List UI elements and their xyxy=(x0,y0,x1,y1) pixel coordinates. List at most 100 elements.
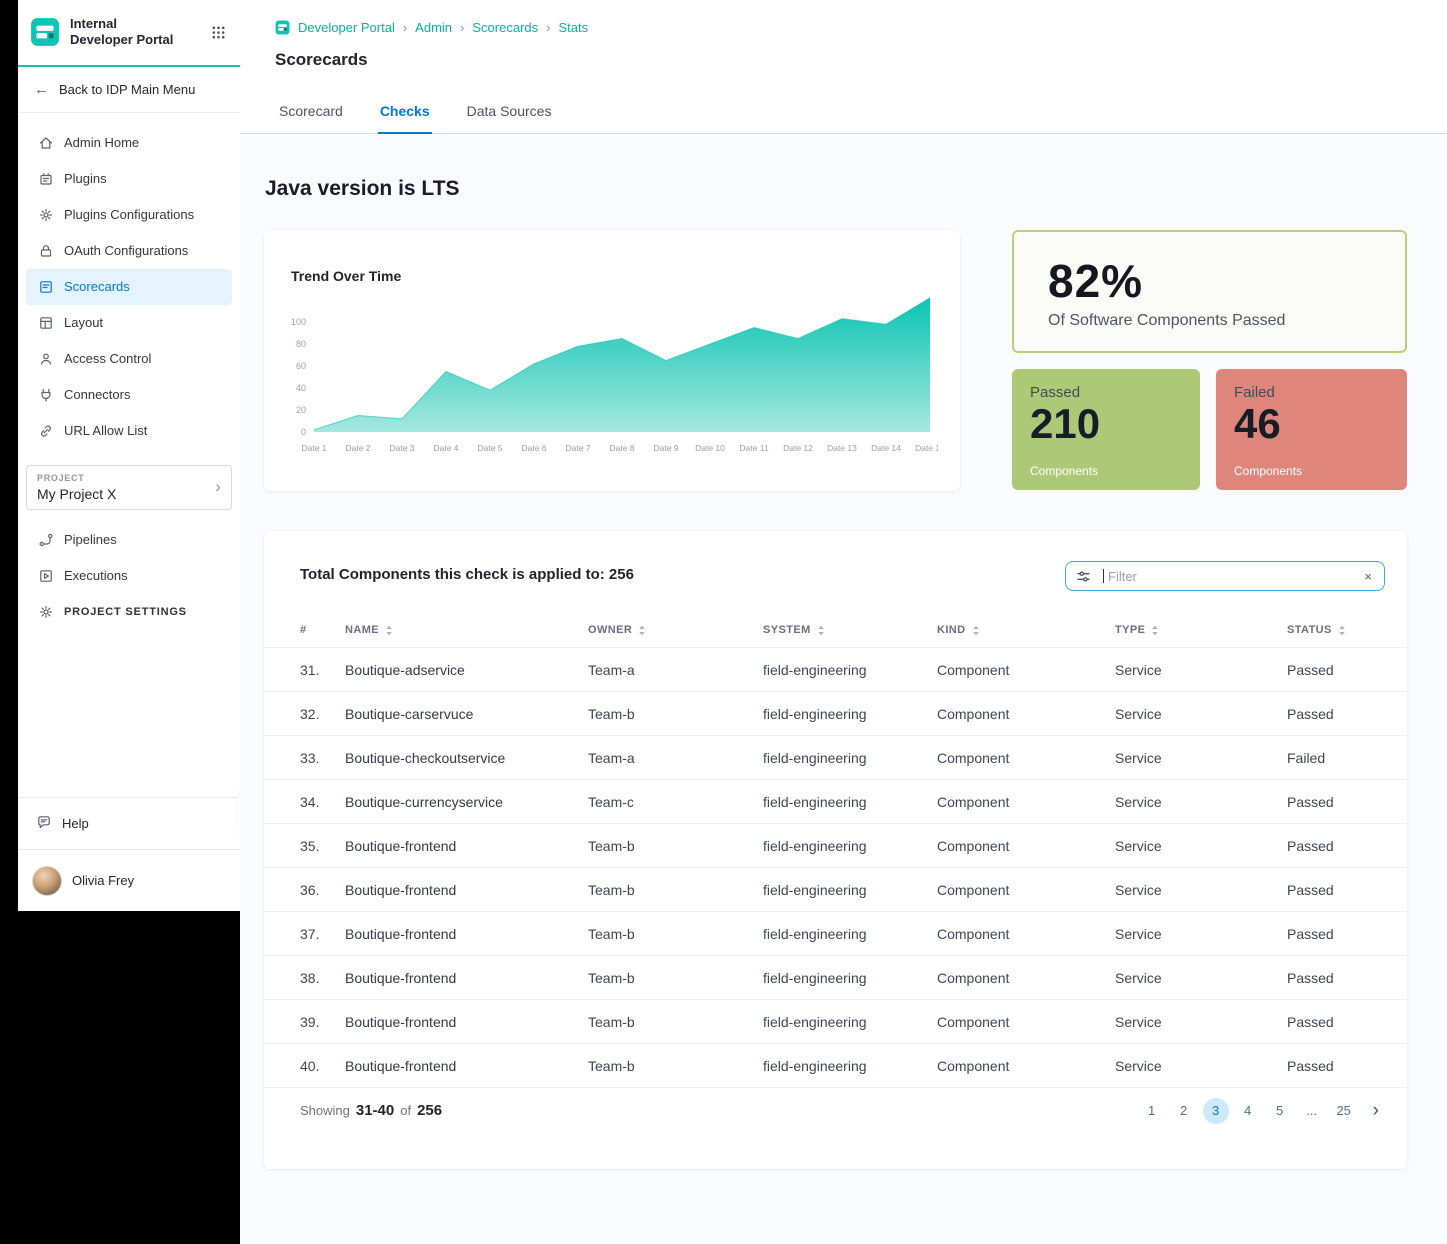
svg-text:Date 11: Date 11 xyxy=(739,443,768,453)
page-5[interactable]: 5 xyxy=(1267,1098,1293,1124)
percent-caption: Of Software Components Passed xyxy=(1048,312,1405,330)
svg-text:Date 9: Date 9 xyxy=(653,443,678,453)
app: Internal Developer Portal ← Back to IDP … xyxy=(0,0,1447,1244)
plugins-config-icon xyxy=(38,207,54,223)
sidebar-item-connectors[interactable]: Connectors xyxy=(26,377,232,413)
table-row[interactable]: 33. Boutique-checkoutservice Team-a fiel… xyxy=(264,735,1407,779)
breadcrumb-item-developer-portal[interactable]: Developer Portal xyxy=(298,20,395,35)
back-label: Back to IDP Main Menu xyxy=(59,82,195,97)
sort-icon xyxy=(972,625,980,636)
breadcrumb-item-stats[interactable]: Stats xyxy=(558,20,588,35)
sidebar-item-layout[interactable]: Layout xyxy=(26,305,232,341)
svg-text:Date 13: Date 13 xyxy=(827,443,857,453)
svg-text:0: 0 xyxy=(301,427,306,437)
svg-text:60: 60 xyxy=(296,361,306,371)
filter-sliders-icon xyxy=(1076,569,1091,584)
column-header-kind[interactable]: KIND xyxy=(937,624,1115,636)
sidebar-item-admin-home[interactable]: Admin Home xyxy=(26,125,232,161)
showing-total: 256 xyxy=(417,1102,442,1119)
status-cell: Passed xyxy=(1287,1058,1387,1074)
status-cell: Passed xyxy=(1287,794,1387,810)
svg-text:Date 2: Date 2 xyxy=(345,443,370,453)
tab-scorecard[interactable]: Scorecard xyxy=(277,103,345,134)
column-header-owner[interactable]: OWNER xyxy=(588,624,763,636)
help-item[interactable]: Help xyxy=(18,797,240,849)
table-row[interactable]: 36. Boutique-frontend Team-b field-engin… xyxy=(264,867,1407,911)
tab-data-sources[interactable]: Data Sources xyxy=(465,103,554,134)
help-chat-icon xyxy=(36,814,52,833)
page-4[interactable]: 4 xyxy=(1235,1098,1261,1124)
sidebar-item-executions[interactable]: Executions xyxy=(26,558,232,594)
table-row[interactable]: 32. Boutique-carservuce Team-b field-eng… xyxy=(264,691,1407,735)
back-to-main-menu[interactable]: ← Back to IDP Main Menu xyxy=(18,67,240,113)
sidebar-nav: Admin Home Plugins Plugins Configuration… xyxy=(18,125,240,449)
breadcrumb-logo-icon xyxy=(275,20,290,35)
column-header-name[interactable]: NAME xyxy=(345,624,588,636)
filter-input[interactable] xyxy=(1104,569,1364,584)
lock-icon xyxy=(38,243,54,259)
svg-text:Date 4: Date 4 xyxy=(433,443,458,453)
passed-count: 210 xyxy=(1030,402,1182,446)
status-cell: Passed xyxy=(1287,662,1387,678)
pipelines-icon xyxy=(38,532,54,548)
next-page-icon[interactable]: › xyxy=(1373,1100,1379,1122)
breadcrumb-item-admin[interactable]: Admin xyxy=(415,20,452,35)
sidebar-item-pipelines[interactable]: Pipelines xyxy=(26,522,232,558)
table-row[interactable]: 39. Boutique-frontend Team-b field-engin… xyxy=(264,999,1407,1043)
table-row[interactable]: 31. Boutique-adservice Team-a field-engi… xyxy=(264,647,1407,691)
showing-word: Showing xyxy=(300,1103,350,1118)
page-2[interactable]: 2 xyxy=(1171,1098,1197,1124)
project-selector[interactable]: PROJECT My Project X › xyxy=(26,465,232,510)
sidebar-item-plugins-configurations[interactable]: Plugins Configurations xyxy=(26,197,232,233)
status-cell: Passed xyxy=(1287,706,1387,722)
sidebar-secondary-nav: Pipelines Executions PROJECT SETTINGS xyxy=(18,522,240,630)
svg-text:20: 20 xyxy=(296,405,306,415)
passed-caption: Components xyxy=(1030,464,1182,478)
column-header-num: # xyxy=(300,624,345,636)
app-title: Internal Developer Portal xyxy=(70,16,201,49)
page-25[interactable]: 25 xyxy=(1331,1098,1357,1124)
apps-grid-icon[interactable] xyxy=(211,25,226,40)
sidebar-item-access-control[interactable]: Access Control xyxy=(26,341,232,377)
tab-checks[interactable]: Checks xyxy=(378,103,432,134)
svg-text:Date 1: Date 1 xyxy=(301,443,326,453)
user-profile[interactable]: Olivia Frey xyxy=(18,849,240,911)
breadcrumb-item-scorecards[interactable]: Scorecards xyxy=(472,20,538,35)
table-row[interactable]: 34. Boutique-currencyservice Team-c fiel… xyxy=(264,779,1407,823)
sidebar-item-url-allow-list[interactable]: URL Allow List xyxy=(26,413,232,449)
percent-passed-card: 82% Of Software Components Passed xyxy=(1012,230,1407,353)
status-cell: Passed xyxy=(1287,970,1387,986)
table-row[interactable]: 35. Boutique-frontend Team-b field-engin… xyxy=(264,823,1407,867)
page-3[interactable]: 3 xyxy=(1203,1098,1229,1124)
sidebar-item-oauth-configurations[interactable]: OAuth Configurations xyxy=(26,233,232,269)
table-body: 31. Boutique-adservice Team-a field-engi… xyxy=(264,647,1407,1087)
filter-input-wrapper[interactable]: × xyxy=(1065,561,1385,591)
column-header-system[interactable]: SYSTEM xyxy=(763,624,937,636)
trend-card: Trend Over Time 020406080100Date 1Date 2… xyxy=(264,230,960,491)
table-header-row: # NAME OWNER SYSTEM KIND TYPE STATUS xyxy=(264,613,1407,647)
column-header-type[interactable]: TYPE xyxy=(1115,624,1287,636)
sidebar-item-plugins[interactable]: Plugins xyxy=(26,161,232,197)
avatar xyxy=(32,866,62,896)
page-header: Developer Portal›Admin›Scorecards›Stats … xyxy=(240,0,1447,134)
svg-text:Date 5: Date 5 xyxy=(477,443,502,453)
plugin-icon xyxy=(38,171,54,187)
page-1[interactable]: 1 xyxy=(1139,1098,1165,1124)
table-row[interactable]: 40. Boutique-frontend Team-b field-engin… xyxy=(264,1043,1407,1087)
sidebar-item-scorecards[interactable]: Scorecards xyxy=(26,269,232,305)
failed-caption: Components xyxy=(1234,464,1389,478)
sidebar-item-project-settings[interactable]: PROJECT SETTINGS xyxy=(26,594,232,630)
sort-icon xyxy=(385,625,393,636)
column-header-status[interactable]: STATUS xyxy=(1287,624,1387,636)
table-row[interactable]: 37. Boutique-frontend Team-b field-engin… xyxy=(264,911,1407,955)
table-footer: Showing 31-40 of 256 12345...25› xyxy=(264,1087,1407,1133)
clear-filter-icon[interactable]: × xyxy=(1364,570,1372,583)
app-title-line2: Developer Portal xyxy=(70,32,201,48)
svg-text:Date 10: Date 10 xyxy=(695,443,725,453)
breadcrumb: Developer Portal›Admin›Scorecards›Stats xyxy=(275,20,588,35)
passed-card: Passed 210 Components xyxy=(1012,369,1200,490)
table-row[interactable]: 38. Boutique-frontend Team-b field-engin… xyxy=(264,955,1407,999)
sort-icon xyxy=(1151,625,1159,636)
sort-icon xyxy=(638,625,646,636)
user-name: Olivia Frey xyxy=(72,873,134,888)
